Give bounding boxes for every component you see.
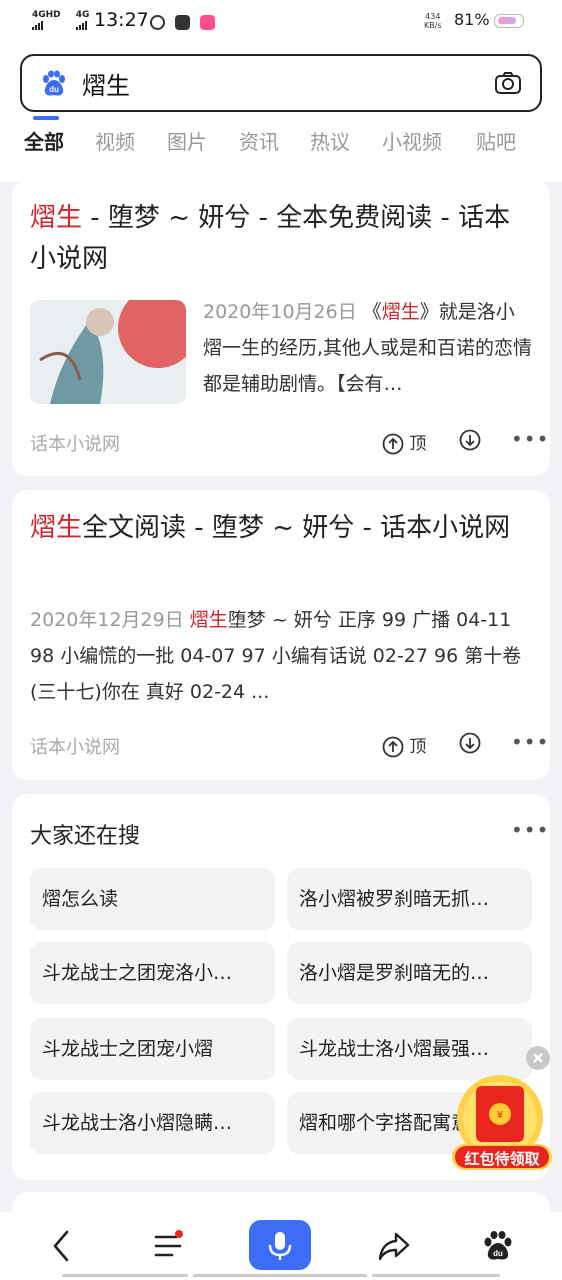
network-indicator: 4GHD 4G — [32, 10, 101, 30]
more-options-icon[interactable]: ••• — [511, 427, 549, 451]
tab-short-video[interactable]: 小视频 — [382, 126, 442, 155]
related-search-chip[interactable]: 斗龙战士之团宠小熠 — [30, 1018, 275, 1080]
back-icon[interactable] — [40, 1224, 84, 1268]
search-tabs: 全部 视频 图片 资讯 热议 小视频 贴吧 — [0, 124, 562, 164]
tab-tieba[interactable]: 贴吧 — [476, 126, 516, 155]
sync-icon — [150, 15, 165, 30]
tab-all[interactable]: 全部 — [24, 126, 64, 155]
nav-indicator — [372, 1274, 500, 1277]
notification-icons — [150, 12, 220, 31]
tab-news[interactable]: 资讯 — [239, 126, 279, 155]
arrow-up-circle-icon — [382, 736, 404, 758]
share-icon[interactable] — [372, 1224, 416, 1268]
app-notification-icon — [175, 15, 191, 30]
red-packet-widget[interactable]: ¥ 红包待领取 — [452, 1046, 552, 1172]
tab-video[interactable]: 视频 — [95, 126, 135, 155]
signal-icon — [75, 20, 88, 30]
arrow-up-circle-icon — [382, 433, 404, 455]
close-icon[interactable] — [526, 1046, 550, 1070]
network-type-2: 4G — [75, 10, 90, 20]
arrow-down-circle-icon — [459, 429, 481, 451]
clock: 13:27 — [94, 9, 149, 31]
app-notification-icon — [200, 15, 216, 30]
status-bar: 4GHD 4G 13:27 434 KB/s 81% — [0, 0, 562, 44]
tab-discussion[interactable]: 热议 — [310, 126, 350, 155]
signal-icon — [32, 20, 44, 30]
more-options-icon[interactable]: ••• — [511, 818, 549, 842]
downvote-button[interactable] — [459, 732, 481, 754]
voice-search-button[interactable] — [249, 1220, 311, 1270]
microphone-icon — [268, 1232, 292, 1260]
baidu-logo-icon: du — [43, 70, 65, 96]
search-header: du 全部 视频 图片 资讯 热议 小视频 贴吧 — [0, 44, 562, 182]
result-source[interactable]: 话本小说网 — [30, 733, 120, 759]
upvote-label: 顶 — [409, 737, 427, 757]
search-result-card[interactable]: 熠生 - 堕梦 ~ 妍兮 - 全本免费阅读 - 话本小说网 2020年10月26… — [12, 180, 550, 476]
active-tab-indicator — [33, 116, 59, 120]
menu-icon[interactable] — [146, 1224, 190, 1268]
search-box[interactable]: du — [20, 54, 542, 112]
result-snippet: 2020年12月29日 熠生堕梦 ~ 妍兮 正序 99 广播 04-11 98 … — [30, 609, 522, 703]
related-search-chip[interactable]: 洛小熠是罗刹暗无的… — [287, 942, 532, 1004]
arrow-down-circle-icon — [459, 732, 481, 754]
nav-indicator — [62, 1274, 188, 1277]
more-options-icon[interactable]: ••• — [511, 730, 549, 754]
camera-icon[interactable] — [494, 71, 522, 95]
svg-text:du: du — [493, 1249, 503, 1258]
upvote-button[interactable]: 顶 — [382, 732, 426, 758]
battery-percent: 81% — [454, 10, 490, 29]
tab-images[interactable]: 图片 — [167, 126, 207, 155]
battery-icon — [494, 14, 524, 28]
svg-text:du: du — [49, 85, 59, 94]
related-search-chip[interactable]: 洛小熠被罗刹暗无抓… — [287, 868, 532, 930]
baidu-paw-icon[interactable]: du — [476, 1224, 520, 1268]
bottom-nav-bar: du — [0, 1212, 562, 1280]
result-thumbnail[interactable] — [30, 300, 186, 404]
result-source[interactable]: 话本小说网 — [30, 430, 120, 456]
svg-text:¥: ¥ — [496, 1110, 503, 1121]
result-title[interactable]: 熠生 - 堕梦 ~ 妍兮 - 全本免费阅读 - 话本小说网 — [30, 198, 530, 280]
related-search-chip[interactable]: 熠怎么读 — [30, 868, 275, 930]
related-search-chip[interactable]: 斗龙战士洛小熠隐瞒… — [30, 1092, 275, 1154]
upvote-label: 顶 — [409, 434, 427, 454]
red-packet-label: 红包待领取 — [464, 1150, 540, 1168]
upvote-button[interactable]: 顶 — [382, 429, 426, 455]
nav-indicator — [193, 1274, 367, 1277]
search-input[interactable] — [80, 68, 464, 98]
section-title: 大家还在搜 — [30, 824, 141, 849]
network-type-1: 4GHD — [32, 10, 61, 20]
search-result-card[interactable]: 熠生全文阅读 - 堕梦 ~ 妍兮 - 话本小说网 2020年12月29日 熠生堕… — [12, 490, 550, 780]
network-speed: 434 KB/s — [424, 12, 442, 30]
downvote-button[interactable] — [459, 429, 481, 451]
related-search-chip[interactable]: 斗龙战士之团宠洛小… — [30, 942, 275, 1004]
result-title[interactable]: 熠生全文阅读 - 堕梦 ~ 妍兮 - 话本小说网 — [30, 508, 530, 549]
result-snippet: 2020年10月26日 《熠生》就是洛小熠一生的经历,其他人或是和百诺的恋情都是… — [203, 301, 533, 395]
